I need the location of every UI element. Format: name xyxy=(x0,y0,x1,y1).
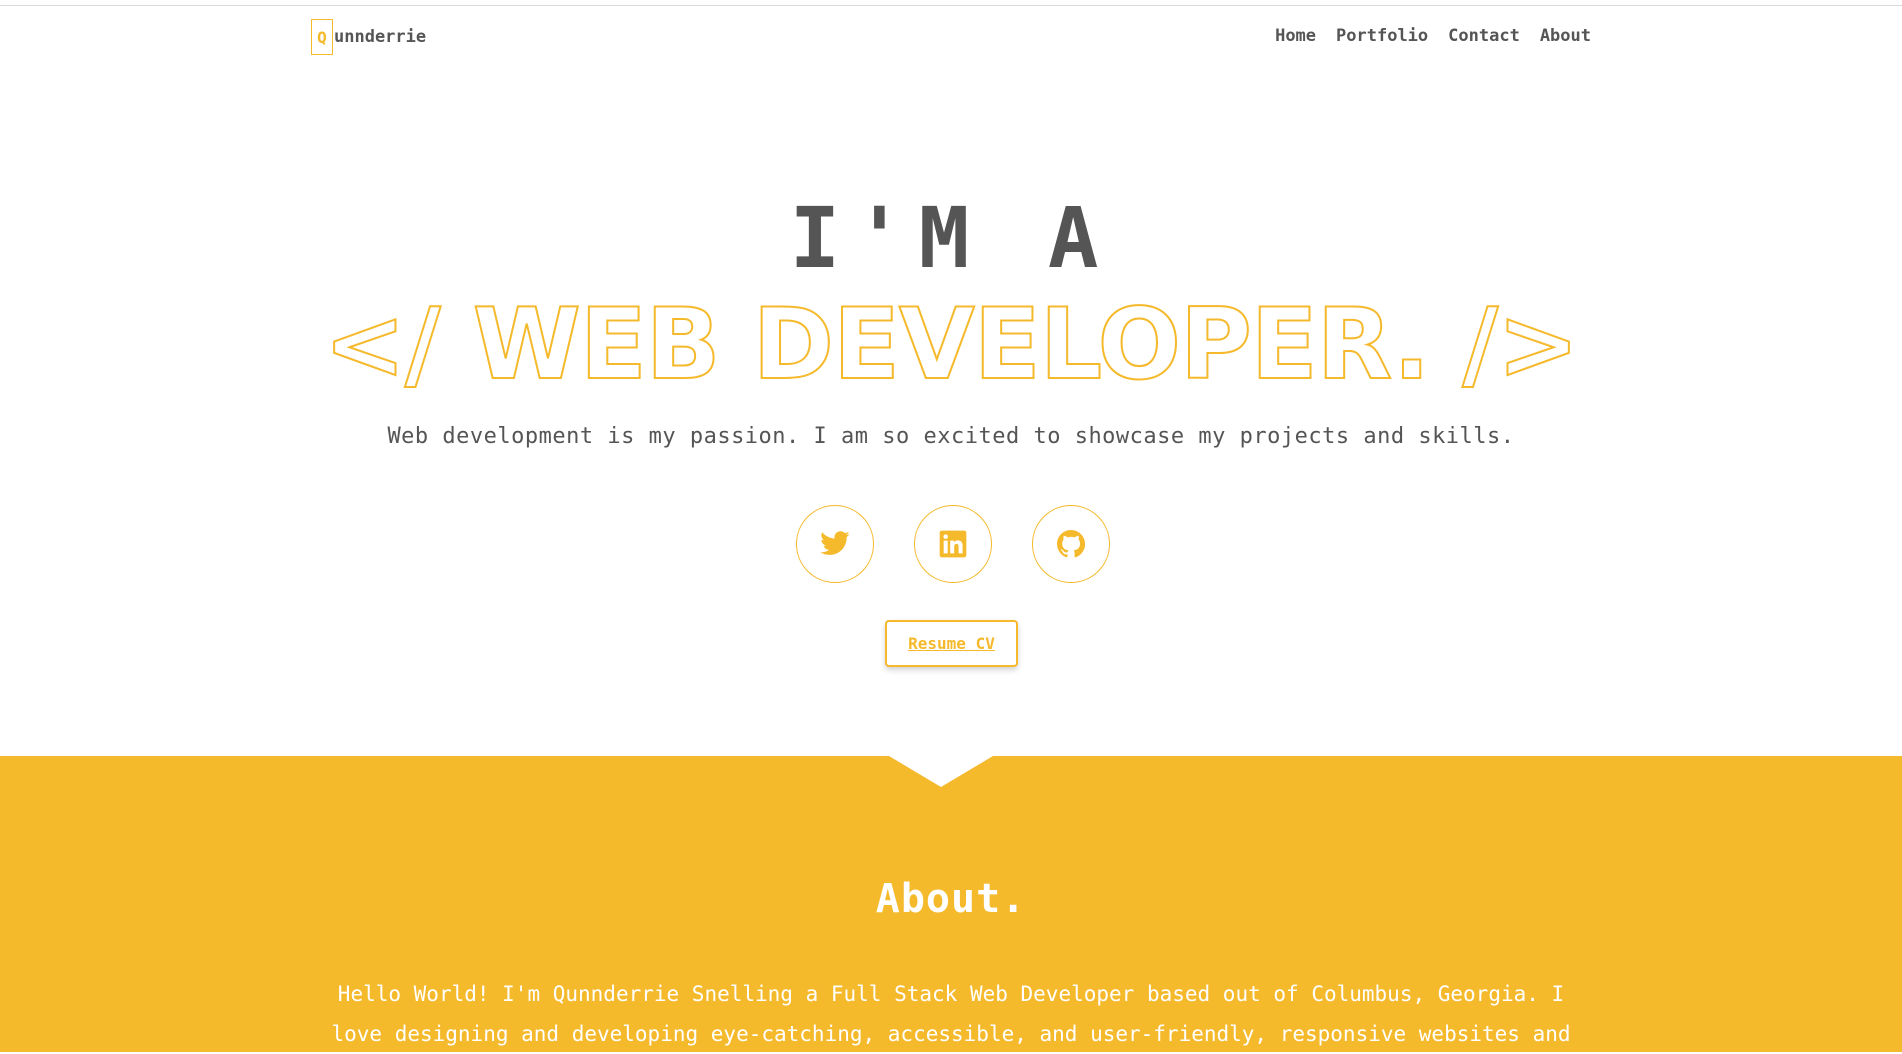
main-nav: Home Portfolio Contact About xyxy=(1275,26,1591,46)
hero-intro: I'M A xyxy=(789,189,1113,287)
nav-contact[interactable]: Contact xyxy=(1448,26,1520,46)
about-section: About. Hello World! I'm Qunnderrie Snell… xyxy=(0,756,1902,1052)
about-title: About. xyxy=(875,876,1027,922)
twitter-icon xyxy=(820,531,850,555)
github-icon xyxy=(1057,530,1086,558)
social-links xyxy=(796,505,1110,583)
nav-home[interactable]: Home xyxy=(1275,26,1316,46)
linkedin-link[interactable] xyxy=(914,505,992,583)
logo-link[interactable]: Q unnderrie xyxy=(311,19,426,55)
nav-portfolio[interactable]: Portfolio xyxy=(1336,26,1428,46)
site-header: Q unnderrie Home Portfolio Contact About xyxy=(0,0,1902,70)
logo-text: unnderrie xyxy=(334,27,427,47)
about-text: Hello World! I'm Qunnderrie Snelling a F… xyxy=(331,982,1571,1046)
linkedin-icon xyxy=(939,530,967,558)
section-notch xyxy=(889,756,993,787)
logo-letter: Q xyxy=(311,19,333,55)
hero-role-title: </ WEB DEVELOPER. /> xyxy=(323,288,1581,402)
twitter-link[interactable] xyxy=(796,505,874,583)
resume-cv-button[interactable]: Resume CV xyxy=(885,620,1018,667)
github-link[interactable] xyxy=(1032,505,1110,583)
hero-subtitle: Web development is my passion. I am so e… xyxy=(387,424,1515,449)
nav-about[interactable]: About xyxy=(1540,26,1591,46)
